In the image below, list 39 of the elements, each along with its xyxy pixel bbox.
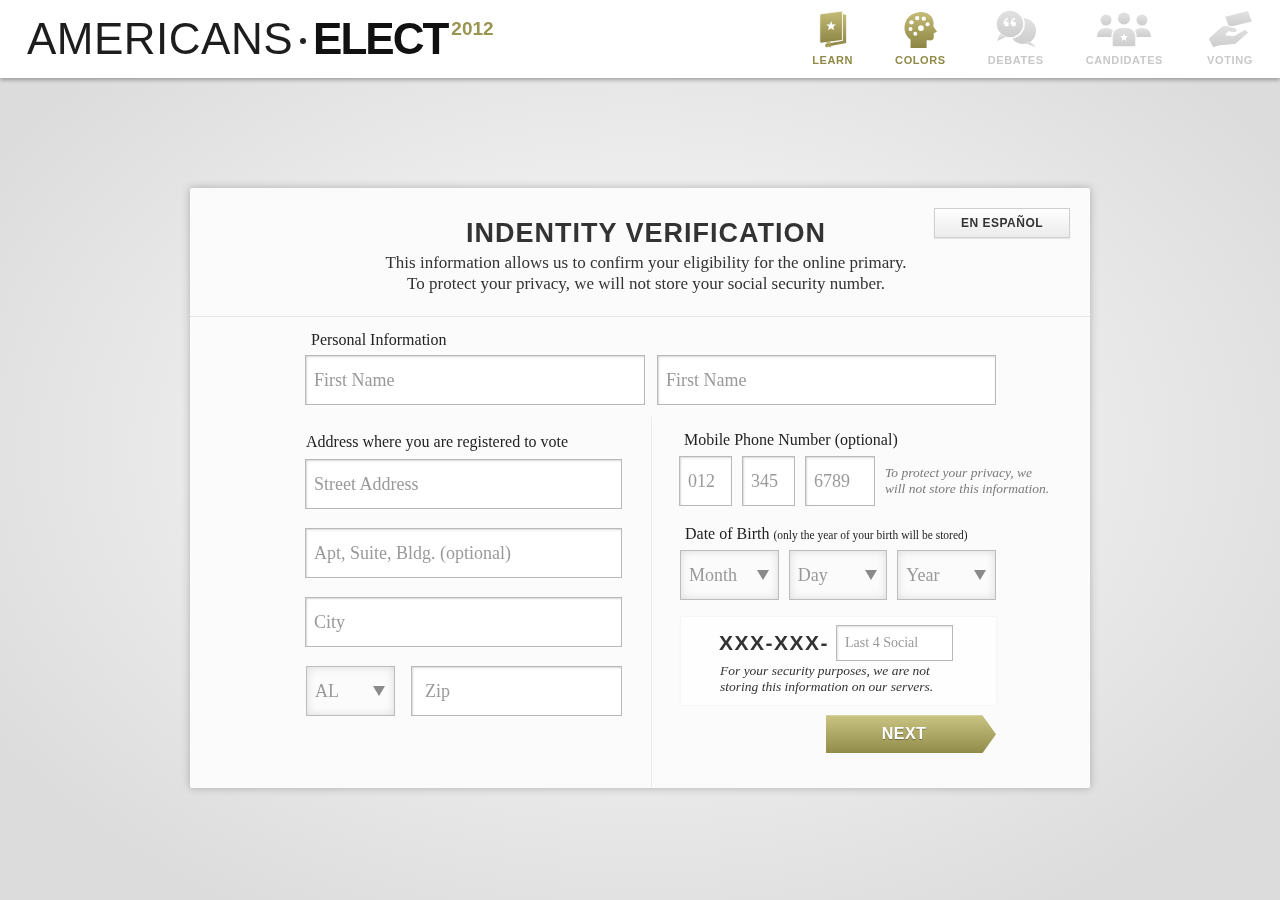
field-label: Personal Information xyxy=(311,330,448,350)
logo-word: ELECT xyxy=(313,17,448,61)
nav-item[interactable]: LEARN xyxy=(812,8,854,67)
input-field[interactable]: Street Address xyxy=(305,459,622,509)
people-star-icon xyxy=(1096,12,1153,48)
head-palette-icon xyxy=(902,10,939,48)
input-field[interactable]: 345 xyxy=(742,456,795,506)
dot-icon xyxy=(300,38,307,44)
input-field[interactable]: First Name xyxy=(657,355,996,405)
privacy-note: To protect your privacy, we will not store this information. xyxy=(885,465,1050,497)
book-star-icon xyxy=(816,10,849,48)
input-field[interactable]: Zip xyxy=(411,666,622,716)
input-field[interactable]: City xyxy=(305,597,622,647)
next-button[interactable]: NEXT xyxy=(826,715,996,754)
field-label: Date of Birth xyxy=(685,524,770,544)
hint-text: (only the year of your birth will be stored) xyxy=(773,528,968,544)
dropdown[interactable]: AL xyxy=(306,666,395,716)
logo-word: AMERICANS xyxy=(27,17,294,61)
caret-icon xyxy=(974,570,986,581)
field-label: Mobile Phone Number (optional) xyxy=(684,430,899,450)
dropdown[interactable]: Year xyxy=(897,550,996,601)
caret-icon xyxy=(865,570,878,581)
logo-year: 2012 xyxy=(451,19,494,38)
input-field[interactable]: Apt, Suite, Bldg. (optional) xyxy=(305,528,622,578)
input-field[interactable]: First Name xyxy=(305,355,645,405)
input-field[interactable]: Last 4 Social xyxy=(836,625,954,662)
caret-icon xyxy=(373,686,385,696)
language-button[interactable]: EN ESPAÑOL xyxy=(934,208,1070,238)
nav-item[interactable]: COLORS xyxy=(895,8,946,67)
ssn-prefix: XXX-XXX- xyxy=(719,630,830,657)
input-field[interactable]: 6789 xyxy=(805,456,875,506)
input-field[interactable]: 012 xyxy=(679,456,732,506)
intro-text: This information allows us to confirm your eligibility for the online primary. To protect your privacy, we will not store your social security number. xyxy=(385,252,907,294)
caret-icon xyxy=(756,570,769,581)
page-title: INDENTITY VERIFICATION xyxy=(466,217,826,250)
field-label: Address where you are registered to vote xyxy=(306,432,570,452)
security-note: For your security purposes, we are not storing this information on our servers. xyxy=(720,663,934,696)
dropdown[interactable]: Month xyxy=(680,550,779,601)
dropdown[interactable]: Day xyxy=(788,550,888,601)
